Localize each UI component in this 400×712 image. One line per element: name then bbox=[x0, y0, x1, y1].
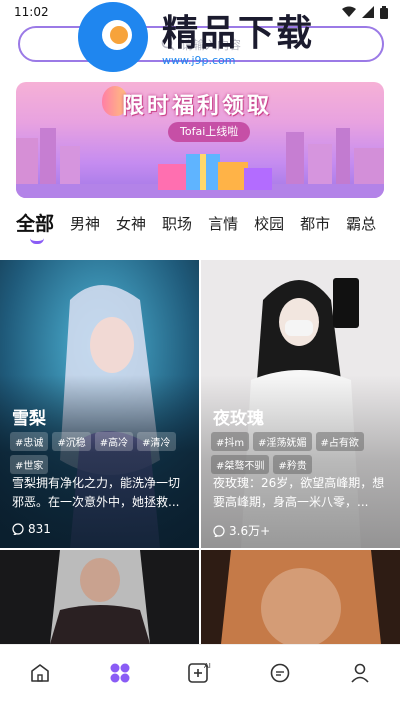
tab-male-god[interactable]: 男神 bbox=[62, 210, 108, 246]
character-description: 夜玫瑰：26岁，欲望高峰期，想要高峰期，身高一米八零，... bbox=[213, 476, 385, 509]
character-tag: #桀骜不驯 bbox=[211, 455, 270, 474]
gift-boxes-illustration bbox=[158, 154, 272, 190]
character-tag: #抖m bbox=[211, 432, 250, 451]
promo-banner[interactable]: 限时福利领取 Tofai上线啦 bbox=[16, 82, 384, 198]
tab-city[interactable]: 都市 bbox=[292, 210, 338, 246]
character-tags: #抖m #淫荡妩媚 #占有欲 #桀骜不驯 #矜贵 bbox=[211, 432, 391, 474]
nav-discover[interactable] bbox=[100, 657, 140, 689]
character-tag: #淫荡妩媚 bbox=[253, 432, 312, 451]
nav-create[interactable]: AI bbox=[180, 657, 220, 689]
chat-icon bbox=[270, 663, 290, 683]
character-tag: #矜贵 bbox=[273, 455, 312, 474]
chat-count-value: 831 bbox=[28, 522, 51, 536]
character-tag: #忠诚 bbox=[10, 432, 49, 451]
ai-create-icon: AI bbox=[188, 662, 211, 683]
character-name: 雪梨 bbox=[12, 409, 46, 429]
profile-icon bbox=[351, 663, 369, 683]
status-bar: 11:02 bbox=[0, 0, 400, 24]
nav-profile[interactable] bbox=[340, 657, 380, 689]
chat-count-value: 3.6万+ bbox=[229, 524, 271, 538]
character-portrait-image bbox=[0, 550, 199, 644]
character-tag: #占有欲 bbox=[315, 432, 364, 451]
bottom-navigation: AI bbox=[0, 644, 400, 712]
signal-icon bbox=[362, 6, 374, 18]
character-tag: #清冷 bbox=[137, 432, 176, 451]
search-placeholder: 请输入内容 bbox=[180, 37, 241, 52]
character-card[interactable] bbox=[201, 550, 400, 644]
wifi-icon bbox=[342, 6, 356, 17]
character-portrait-image bbox=[201, 550, 400, 644]
character-card[interactable] bbox=[0, 550, 199, 644]
character-card[interactable]: 雪梨 #忠诚 #沉稳 #高冷 #清冷 #世家 雪梨拥有净化之力，能洗净一切邪恶。… bbox=[0, 260, 199, 548]
character-tag: #高冷 bbox=[94, 432, 134, 451]
tab-workplace[interactable]: 职场 bbox=[154, 210, 200, 246]
home-icon bbox=[31, 664, 49, 682]
banner-subtitle: Tofai上线啦 bbox=[168, 122, 251, 142]
battery-icon bbox=[380, 5, 388, 19]
tab-romance[interactable]: 言情 bbox=[200, 210, 246, 246]
character-description: 雪梨拥有净化之力，能洗净一切邪恶。在一次意外中，她拯救... bbox=[12, 476, 181, 509]
tab-female-god[interactable]: 女神 bbox=[108, 210, 154, 246]
search-input[interactable]: 请输入内容 bbox=[18, 26, 384, 62]
grid-icon bbox=[110, 663, 130, 683]
tab-ceo[interactable]: 霸总 bbox=[338, 210, 384, 246]
ai-badge: AI bbox=[204, 662, 211, 670]
search-icon bbox=[161, 37, 175, 51]
banner-title: 限时福利领取 bbox=[122, 94, 273, 119]
character-card[interactable]: 夜玫瑰 #抖m #淫荡妩媚 #占有欲 #桀骜不驯 #矜贵 夜玫瑰：26岁，欲望高… bbox=[201, 260, 400, 548]
chat-bubble-icon bbox=[12, 523, 24, 535]
chat-bubble-icon bbox=[213, 524, 225, 537]
character-tag: #沉稳 bbox=[52, 432, 91, 451]
character-name: 夜玫瑰 bbox=[213, 409, 264, 429]
tab-campus[interactable]: 校园 bbox=[246, 210, 292, 246]
category-tabs: 全部 男神 女神 职场 言情 校园 都市 霸总 bbox=[16, 210, 400, 246]
nav-home[interactable] bbox=[20, 657, 60, 689]
status-icons bbox=[342, 5, 388, 19]
character-tag: #世家 bbox=[10, 455, 49, 474]
nav-messages[interactable] bbox=[260, 657, 300, 689]
chat-count: 3.6万+ bbox=[213, 522, 270, 539]
chat-count: 831 bbox=[12, 522, 51, 536]
character-tags: #忠诚 #沉稳 #高冷 #清冷 #世家 bbox=[10, 432, 190, 474]
status-time: 11:02 bbox=[14, 5, 49, 19]
